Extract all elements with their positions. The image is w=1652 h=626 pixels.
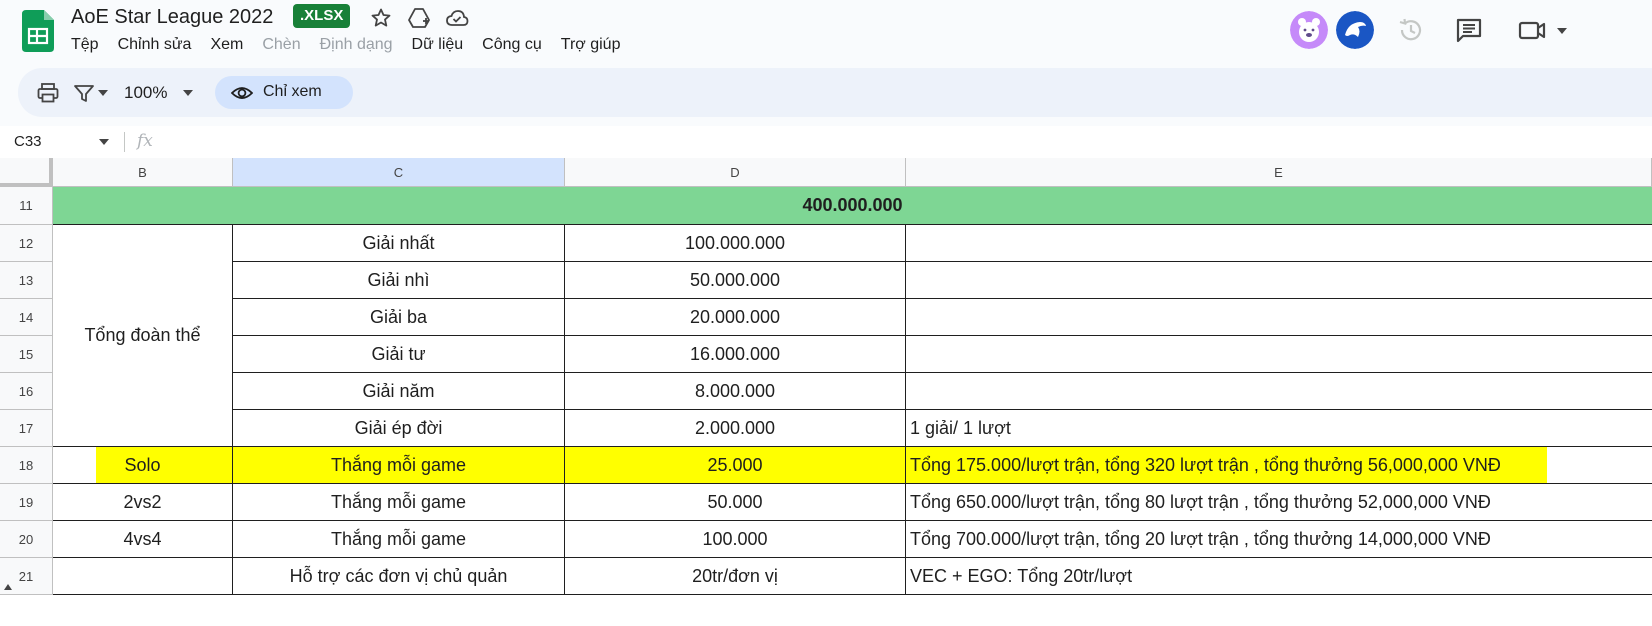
prize-note-cell[interactable]	[906, 336, 1652, 373]
game-desc-cell[interactable]: Thắng mỗi game	[233, 521, 565, 558]
prize-note-cell[interactable]: 1 giải/ 1 lượt	[906, 410, 1652, 447]
prize-name-cell[interactable]: Giải nhì	[233, 262, 565, 299]
prize-amount-cell[interactable]: 8.000.000	[565, 373, 906, 410]
game-note-cell[interactable]: Tổng 700.000/lượt trận, tổng 20 lượt trậ…	[906, 521, 1652, 558]
sheets-logo-icon[interactable]	[22, 10, 54, 52]
toolbar: 100% Chỉ xem	[18, 68, 1652, 117]
prize-name-cell[interactable]: Giải ba	[233, 299, 565, 336]
game-desc-cell[interactable]: Thắng mỗi game	[233, 484, 565, 521]
menu-file[interactable]: Tệp	[71, 36, 99, 54]
row-header-12[interactable]: 12	[0, 225, 53, 262]
prize-amount-cell[interactable]: 2.000.000	[565, 410, 906, 447]
prize-note-cell[interactable]	[906, 262, 1652, 299]
filter-icon[interactable]	[72, 81, 96, 105]
name-box-dropdown-icon[interactable]	[99, 139, 109, 146]
meet-camera-icon[interactable]	[1518, 16, 1546, 44]
menu-data[interactable]: Dữ liệu	[412, 36, 464, 54]
menu-edit[interactable]: Chỉnh sửa	[118, 36, 192, 54]
filter-dropdown-icon[interactable]	[98, 90, 108, 97]
formula-divider	[124, 132, 125, 152]
formula-bar: C33 fx	[0, 126, 1652, 158]
cloud-saved-icon[interactable]	[445, 6, 469, 30]
prize-name-cell[interactable]: Giải ép đời	[233, 410, 565, 447]
collaborator-avatar-bear[interactable]	[1290, 11, 1328, 49]
prize-name-cell[interactable]: Giải năm	[233, 373, 565, 410]
chevron-down-icon[interactable]	[1556, 26, 1568, 36]
collaborator-avatar-dolphin[interactable]	[1336, 11, 1374, 49]
column-header-d[interactable]: D	[565, 158, 906, 187]
menu-view[interactable]: Xem	[210, 36, 243, 54]
menu-bar: Tệp Chỉnh sửa Xem Chèn Định dạng Dữ liệu…	[71, 36, 639, 54]
menu-help[interactable]: Trợ giúp	[561, 36, 621, 54]
eye-icon	[231, 87, 253, 99]
zoom-dropdown-icon[interactable]	[183, 90, 193, 97]
row-header-15[interactable]: 15	[0, 336, 53, 373]
version-history-icon[interactable]	[1396, 16, 1424, 44]
game-amount-cell[interactable]: 50.000	[565, 484, 906, 521]
menu-tools[interactable]: Công cụ	[482, 36, 542, 54]
file-type-badge: .XLSX	[293, 4, 351, 28]
print-icon[interactable]	[36, 81, 60, 105]
prize-name-cell[interactable]: Giải tư	[233, 336, 565, 373]
spreadsheet-app: AoE Star League 2022 .XLSX Tệp Chỉnh sửa…	[0, 0, 1652, 626]
menu-insert[interactable]: Chèn	[262, 36, 300, 54]
support-note-cell[interactable]: VEC + EGO: Tổng 20tr/lượt	[906, 558, 1652, 595]
prize-amount-cell[interactable]: 100.000.000	[565, 225, 906, 262]
column-header-c[interactable]: C	[233, 158, 565, 187]
game-desc-cell[interactable]: Thắng mỗi game	[233, 447, 565, 484]
row-header-16[interactable]: 16	[0, 373, 53, 410]
total-prize-cell[interactable]: 400.000.000	[53, 187, 1652, 225]
prize-amount-cell[interactable]: 50.000.000	[565, 262, 906, 299]
prize-amount-cell[interactable]: 16.000.000	[565, 336, 906, 373]
prize-note-cell[interactable]	[906, 299, 1652, 336]
group-label-cell[interactable]: Tổng đoàn thể	[53, 225, 233, 447]
row-header-20[interactable]: 20	[0, 521, 53, 558]
row-header-13[interactable]: 13	[0, 262, 53, 299]
document-title[interactable]: AoE Star League 2022	[71, 6, 273, 29]
support-mode-cell[interactable]	[53, 558, 233, 595]
view-only-label: Chỉ xem	[263, 83, 322, 100]
title-bar: AoE Star League 2022 .XLSX Tệp Chỉnh sửa…	[0, 0, 1652, 68]
row-header-14[interactable]: 14	[0, 299, 53, 336]
column-header-e[interactable]: E	[906, 158, 1652, 187]
game-amount-cell[interactable]: 25.000	[565, 447, 906, 484]
support-amount-cell[interactable]: 20tr/đơn vị	[565, 558, 906, 595]
row-header-17[interactable]: 17	[0, 410, 53, 447]
game-note-cell[interactable]: Tổng 650.000/lượt trận, tổng 80 lượt trậ…	[906, 484, 1652, 521]
zoom-select[interactable]: 100%	[124, 83, 167, 103]
prize-amount-cell[interactable]: 20.000.000	[565, 299, 906, 336]
row-group-arrow-icon[interactable]	[4, 584, 12, 590]
prize-note-cell[interactable]	[906, 373, 1652, 410]
game-mode-cell[interactable]: 4vs4	[53, 521, 233, 558]
game-amount-cell[interactable]: 100.000	[565, 521, 906, 558]
move-to-drive-icon[interactable]	[407, 6, 431, 30]
row-header-19[interactable]: 19	[0, 484, 53, 521]
comments-icon[interactable]	[1455, 16, 1483, 44]
select-all-corner[interactable]	[0, 158, 53, 187]
fx-icon: fx	[137, 131, 153, 151]
name-box[interactable]: C33	[14, 133, 42, 150]
prize-note-cell[interactable]	[906, 225, 1652, 262]
game-mode-cell[interactable]: Solo	[53, 447, 233, 484]
menu-format[interactable]: Định dạng	[320, 36, 393, 54]
row-header-11[interactable]: 11	[0, 187, 53, 225]
game-mode-cell[interactable]: 2vs2	[53, 484, 233, 521]
row-header-18[interactable]: 18	[0, 447, 53, 484]
column-header-b[interactable]: B	[53, 158, 233, 187]
prize-name-cell[interactable]: Giải nhất	[233, 225, 565, 262]
formula-input[interactable]	[165, 126, 1652, 158]
view-only-chip[interactable]: Chỉ xem	[215, 76, 353, 109]
spreadsheet-grid: B C D E 11 12 13 14 15 16 17 18 19 20 21…	[0, 158, 1652, 626]
star-icon[interactable]	[369, 6, 393, 30]
game-note-cell[interactable]: Tổng 175.000/lượt trận, tổng 320 lượt tr…	[906, 447, 1652, 484]
support-desc-cell[interactable]: Hỗ trợ các đơn vị chủ quản	[233, 558, 565, 595]
